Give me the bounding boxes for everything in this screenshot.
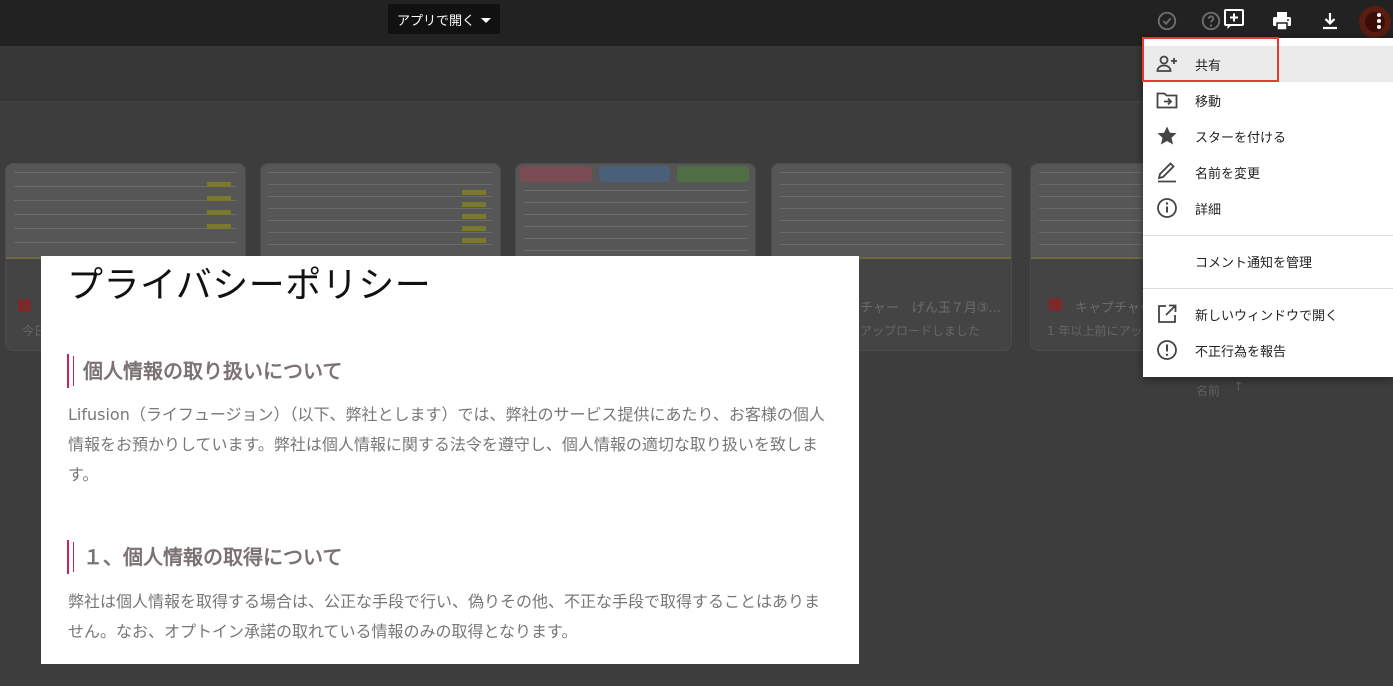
file-thumbnail (772, 164, 1011, 259)
menu-item-label: 新しいウィンドウで開く (1195, 308, 1339, 324)
download-icon[interactable] (1317, 8, 1343, 34)
report-icon (1157, 340, 1177, 360)
more-vert-icon[interactable] (1366, 8, 1392, 34)
chevron-down-icon (481, 17, 491, 23)
image-file-icon (18, 299, 31, 312)
file-subtitle: 1 年以上前にアップ (1047, 324, 1155, 338)
person-add-icon (1156, 55, 1177, 72)
add-comment-icon[interactable] (1221, 6, 1247, 32)
file-thumbnail (516, 164, 755, 259)
menu-item-report-abuse[interactable]: 不正行為を報告 (1143, 332, 1393, 368)
file-thumbnail (261, 164, 500, 259)
open-in-new-icon (1158, 304, 1177, 323)
menu-item-label: スターを付ける (1195, 130, 1287, 146)
document-preview: プライバシーポリシー 個人情報の取り扱いについて Lifusion（ライフュージ… (41, 256, 859, 664)
more-actions-menu: 共有 移動 スターを付ける 名前を変更 詳細 コメント通知を管理 新しいウィンド… (1143, 38, 1393, 377)
menu-divider (1143, 288, 1393, 289)
section-body: Lifusion（ライフュージョン）（以下、弊社とします）では、弊社のサービス提… (68, 405, 825, 484)
rename-pencil-icon (1157, 162, 1176, 183)
section-heading: １、個人情報の取得について (67, 540, 342, 574)
file-subtitle: アップロードしました (860, 324, 981, 338)
menu-item-share[interactable]: 共有 (1143, 46, 1393, 82)
menu-divider (1143, 235, 1393, 236)
move-to-folder-icon (1156, 92, 1178, 109)
open-with-app-button[interactable]: アプリで開く (388, 4, 500, 34)
section-heading: 個人情報の取り扱いについて (67, 354, 342, 388)
menu-item-star[interactable]: スターを付ける (1143, 118, 1393, 154)
print-icon[interactable] (1269, 8, 1295, 34)
document-title: プライバシーポリシー (67, 265, 432, 306)
file-thumbnail (6, 164, 245, 259)
menu-item-move[interactable]: 移動 (1143, 82, 1393, 118)
file-name: チャー げん玉７月③... (860, 301, 1001, 316)
image-file-icon (1049, 298, 1062, 311)
menu-item-label: コメント通知を管理 (1195, 255, 1313, 271)
open-with-label: アプリで開く (396, 13, 475, 29)
menu-item-manage-comment-notifications[interactable]: コメント通知を管理 (1143, 243, 1393, 279)
file-name: キャプチャー (1075, 301, 1153, 316)
sort-direction-icon[interactable]: ↑ (1233, 380, 1244, 395)
menu-item-label: 詳細 (1195, 202, 1222, 218)
menu-item-open-new-window[interactable]: 新しいウィンドウで開く (1143, 296, 1393, 332)
sort-by-name[interactable]: 名前 (1196, 382, 1220, 399)
menu-item-label: 不正行為を報告 (1195, 344, 1287, 360)
check-circle-icon (1154, 8, 1180, 34)
menu-item-rename[interactable]: 名前を変更 (1143, 154, 1393, 190)
menu-item-label: 共有 (1195, 58, 1222, 74)
star-icon (1157, 126, 1177, 145)
menu-item-label: 名前を変更 (1195, 166, 1261, 182)
menu-item-details[interactable]: 詳細 (1143, 190, 1393, 226)
menu-item-label: 移動 (1195, 94, 1222, 110)
info-icon (1157, 198, 1177, 218)
section-body: 弊社は個人情報を取得する場合は、公正な手段で行い、偽りその他、不正な手段で取得す… (68, 592, 821, 641)
